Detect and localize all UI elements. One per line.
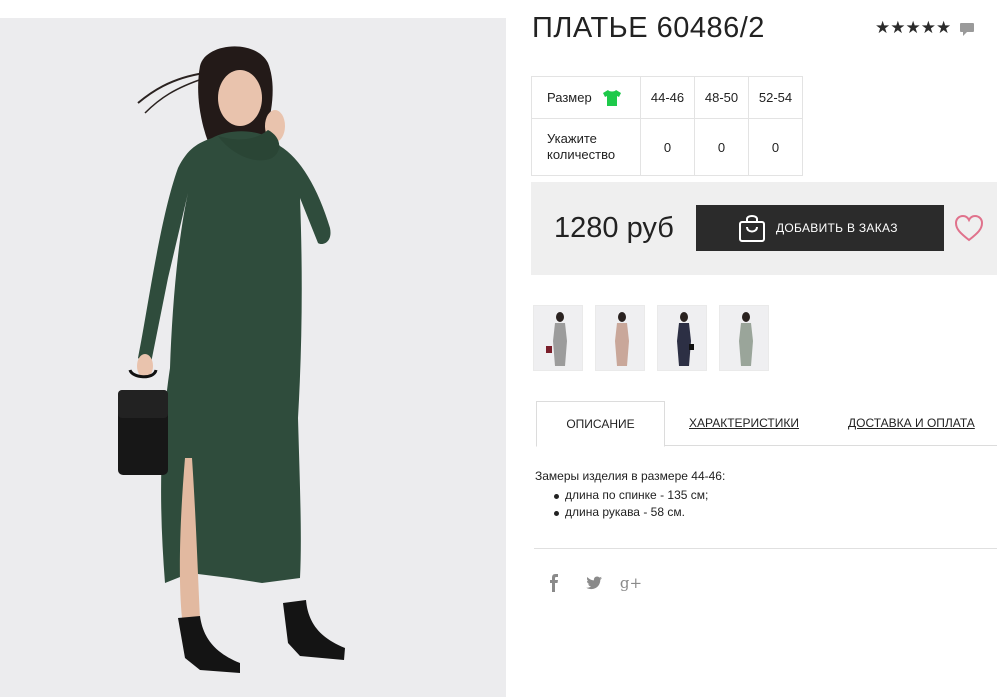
heart-icon[interactable] (954, 214, 984, 242)
product-main-image[interactable] (0, 18, 506, 697)
color-thumbnails (533, 305, 769, 371)
quantity-input-52-54[interactable]: 0 (748, 118, 803, 176)
twitter-icon[interactable] (585, 574, 603, 592)
description-list: длина по спинке - 135 см; длина рукава -… (535, 487, 725, 521)
size-52-54: 52-54 (748, 76, 803, 119)
quantity-input-48-50[interactable]: 0 (694, 118, 749, 176)
thumbnail-beige[interactable] (595, 305, 645, 371)
tab-description[interactable]: ОПИСАНИЕ (536, 401, 665, 447)
product-price: 1280 руб (554, 212, 674, 244)
product-title: ПЛАТЬЕ 60486/2 (532, 12, 765, 44)
quantity-input-44-46[interactable]: 0 (640, 118, 695, 176)
rating-stars[interactable]: ★★★★★ (875, 18, 951, 38)
tshirt-icon[interactable] (602, 89, 622, 107)
tab-delivery-payment[interactable]: ДОСТАВКА И ОПЛАТА (848, 401, 975, 446)
list-item: длина по спинке - 135 см; (535, 487, 725, 504)
thumbnail-navy[interactable] (657, 305, 707, 371)
size-label-cell: Размер (531, 76, 641, 119)
list-item: длина рукава - 58 см. (535, 504, 725, 521)
buy-box: 1280 руб ДОБАВИТЬ В ЗАКАЗ (531, 182, 997, 275)
size-quantity-table: Размер 44-46 48-50 52-54 Укажите количес… (531, 76, 803, 176)
shopping-bag-icon (739, 215, 765, 242)
size-label: Размер (547, 90, 592, 105)
comment-icon[interactable] (959, 21, 975, 37)
size-48-50: 48-50 (694, 76, 749, 119)
thumbnail-green[interactable] (719, 305, 769, 371)
thumbnail-grey[interactable] (533, 305, 583, 371)
quantity-label-line2: количество (547, 147, 616, 162)
add-to-order-button[interactable]: ДОБАВИТЬ В ЗАКАЗ (696, 205, 944, 251)
quantity-label-line1: Укажите (547, 131, 597, 146)
divider (534, 548, 997, 549)
add-to-order-label: ДОБАВИТЬ В ЗАКАЗ (776, 221, 898, 235)
description-panel: Замеры изделия в размере 44-46: длина по… (535, 468, 725, 521)
product-rating: ★★★★★ (875, 18, 975, 38)
size-44-46: 44-46 (640, 76, 695, 119)
product-tabs: ОПИСАНИЕ ХАРАКТЕРИСТИКИ ДОСТАВКА И ОПЛАТ… (536, 401, 997, 447)
google-plus-icon[interactable]: g+ (620, 574, 642, 592)
social-share: g+ (548, 574, 642, 592)
facebook-icon[interactable] (548, 574, 560, 592)
tab-characteristics[interactable]: ХАРАКТЕРИСТИКИ (689, 401, 799, 446)
description-intro: Замеры изделия в размере 44-46: (535, 469, 726, 483)
quantity-label-cell: Укажите количество (531, 118, 641, 176)
